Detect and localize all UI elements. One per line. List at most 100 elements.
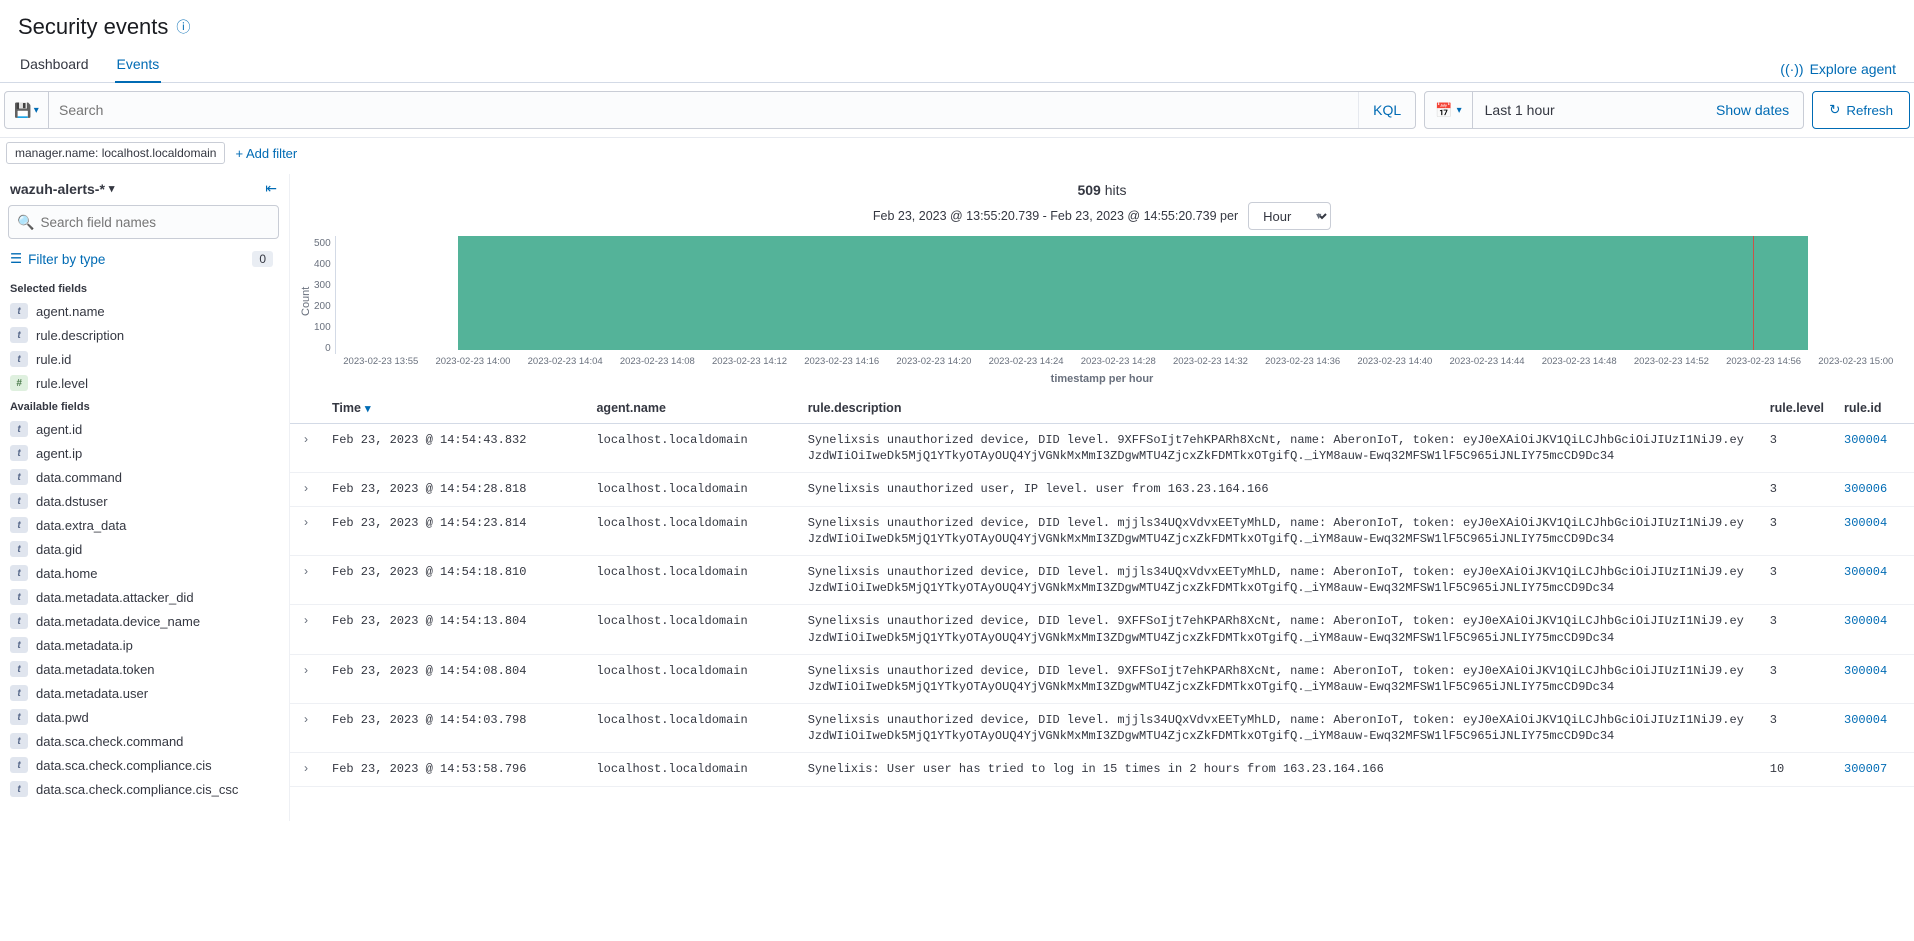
field-item[interactable]: t data.home xyxy=(8,561,279,585)
refresh-button[interactable]: ↻ Refresh xyxy=(1812,91,1910,129)
cell-time: Feb 23, 2023 @ 14:54:43.832 xyxy=(322,424,586,473)
field-item[interactable]: t agent.ip xyxy=(8,441,279,465)
cell-time: Feb 23, 2023 @ 14:54:03.798 xyxy=(322,704,586,753)
x-tick: 2023-02-23 14:40 xyxy=(1349,356,1441,367)
cell-description: Synelixsis unauthorized device, DID leve… xyxy=(798,555,1760,604)
x-tick: 2023-02-23 14:12 xyxy=(703,356,795,367)
cell-ruleid[interactable]: 300004 xyxy=(1834,424,1914,473)
field-type-icon: # xyxy=(10,375,28,391)
cell-ruleid[interactable]: 300004 xyxy=(1834,506,1914,555)
field-item[interactable]: t data.sca.check.compliance.cis xyxy=(8,753,279,777)
cell-ruleid[interactable]: 300004 xyxy=(1834,654,1914,703)
search-input[interactable] xyxy=(49,92,1358,128)
explore-agent-button[interactable]: ((·)) Explore agent xyxy=(1780,61,1896,77)
x-tick: 2023-02-23 14:52 xyxy=(1625,356,1717,367)
cell-ruleid[interactable]: 300007 xyxy=(1834,753,1914,786)
expand-row-button[interactable]: › xyxy=(290,506,322,555)
field-item[interactable]: t agent.name xyxy=(8,299,279,323)
field-item[interactable]: t data.metadata.device_name xyxy=(8,609,279,633)
field-item[interactable]: t data.metadata.attacker_did xyxy=(8,585,279,609)
cell-time: Feb 23, 2023 @ 14:54:28.818 xyxy=(322,473,586,506)
y-tick: 400 xyxy=(314,259,331,270)
expand-row-button[interactable]: › xyxy=(290,555,322,604)
expand-row-button[interactable]: › xyxy=(290,753,322,786)
expand-row-button[interactable]: › xyxy=(290,473,322,506)
hits-suffix: hits xyxy=(1101,182,1127,198)
cell-level: 3 xyxy=(1760,473,1834,506)
cell-ruleid[interactable]: 300004 xyxy=(1834,555,1914,604)
field-item[interactable]: t data.metadata.user xyxy=(8,681,279,705)
selected-fields-label: Selected fields xyxy=(8,277,279,299)
cell-time: Feb 23, 2023 @ 14:53:58.796 xyxy=(322,753,586,786)
filters-bar: manager.name: localhost.localdomain + Ad… xyxy=(0,138,1914,174)
expand-row-button[interactable]: › xyxy=(290,605,322,654)
add-filter-button[interactable]: + Add filter xyxy=(235,146,297,161)
field-item[interactable]: t data.extra_data xyxy=(8,513,279,537)
field-item[interactable]: t data.command xyxy=(8,465,279,489)
x-tick: 2023-02-23 14:44 xyxy=(1441,356,1533,367)
tab-dashboard[interactable]: Dashboard xyxy=(18,56,91,82)
field-item[interactable]: t data.sca.check.command xyxy=(8,729,279,753)
cell-description: Synelixsis unauthorized device, DID leve… xyxy=(798,424,1760,473)
histogram-chart[interactable]: Count 5004003002001000 2023-02-23 13:552… xyxy=(290,236,1914,369)
field-type-icon: t xyxy=(10,709,28,725)
tabs-row: Dashboard Events ((·)) Explore agent xyxy=(0,46,1914,83)
expand-row-button[interactable]: › xyxy=(290,654,322,703)
calendar-icon: 📅 xyxy=(1435,102,1452,119)
field-item[interactable]: t rule.id xyxy=(8,347,279,371)
col-ruleid[interactable]: rule.id xyxy=(1834,393,1914,424)
col-level[interactable]: rule.level xyxy=(1760,393,1834,424)
sort-desc-icon: ▾ xyxy=(365,402,371,415)
field-item[interactable]: t rule.description xyxy=(8,323,279,347)
cell-agent: localhost.localdomain xyxy=(586,654,797,703)
field-item[interactable]: # rule.level xyxy=(8,371,279,395)
field-item[interactable]: t data.dstuser xyxy=(8,489,279,513)
field-name: data.sca.check.command xyxy=(36,734,183,749)
cell-level: 3 xyxy=(1760,654,1834,703)
show-dates-button[interactable]: Show dates xyxy=(1702,92,1803,128)
field-item[interactable]: t data.metadata.ip xyxy=(8,633,279,657)
cell-ruleid[interactable]: 300006 xyxy=(1834,473,1914,506)
col-time[interactable]: Time▾ xyxy=(322,393,586,424)
field-item[interactable]: t data.sca.check.compliance.cis_csc xyxy=(8,777,279,801)
col-rule-description[interactable]: rule.description xyxy=(798,393,1760,424)
tab-events[interactable]: Events xyxy=(115,56,162,82)
x-tick: 2023-02-23 14:20 xyxy=(888,356,980,367)
chevron-down-icon: ▾ xyxy=(109,182,115,195)
expand-row-button[interactable]: › xyxy=(290,424,322,473)
field-search: 🔍 xyxy=(8,205,279,239)
field-name: data.metadata.user xyxy=(36,686,148,701)
filter-by-type-button[interactable]: ☰ Filter by type xyxy=(10,251,105,267)
index-pattern-select[interactable]: wazuh-alerts-* ▾ xyxy=(10,181,114,197)
field-type-icon: t xyxy=(10,637,28,653)
histogram-bar[interactable] xyxy=(458,236,1808,350)
field-item[interactable]: t data.metadata.token xyxy=(8,657,279,681)
cell-description: Synelixsis unauthorized device, DID leve… xyxy=(798,704,1760,753)
cell-time: Feb 23, 2023 @ 14:54:08.804 xyxy=(322,654,586,703)
info-icon[interactable]: ⓘ xyxy=(176,17,190,37)
date-range-value[interactable]: Last 1 hour xyxy=(1473,92,1702,128)
cell-level: 3 xyxy=(1760,424,1834,473)
cell-ruleid[interactable]: 300004 xyxy=(1834,605,1914,654)
field-type-icon: t xyxy=(10,445,28,461)
chart-ylabel: Count xyxy=(298,236,314,367)
filter-pill[interactable]: manager.name: localhost.localdomain xyxy=(6,142,225,164)
expand-row-button[interactable]: › xyxy=(290,704,322,753)
index-pattern-label: wazuh-alerts-* xyxy=(10,181,105,197)
kql-toggle[interactable]: KQL xyxy=(1358,92,1415,128)
col-agent-name[interactable]: agent.name xyxy=(586,393,797,424)
histogram-marker xyxy=(1753,236,1754,350)
field-item[interactable]: t data.gid xyxy=(8,537,279,561)
cell-level: 3 xyxy=(1760,506,1834,555)
cell-ruleid[interactable]: 300004 xyxy=(1834,704,1914,753)
field-search-input[interactable] xyxy=(40,215,270,230)
histogram-interval-select[interactable]: Hour xyxy=(1248,202,1331,230)
collapse-sidebar-icon[interactable]: ⇤ xyxy=(265,180,277,197)
field-type-icon: t xyxy=(10,685,28,701)
field-name: data.pwd xyxy=(36,710,89,725)
date-popover-button[interactable]: 📅 ▾ xyxy=(1425,92,1472,128)
field-item[interactable]: t data.pwd xyxy=(8,705,279,729)
saved-query-button[interactable]: 💾 ▾ xyxy=(5,92,49,128)
field-item[interactable]: t agent.id xyxy=(8,417,279,441)
refresh-icon: ↻ xyxy=(1829,102,1840,118)
